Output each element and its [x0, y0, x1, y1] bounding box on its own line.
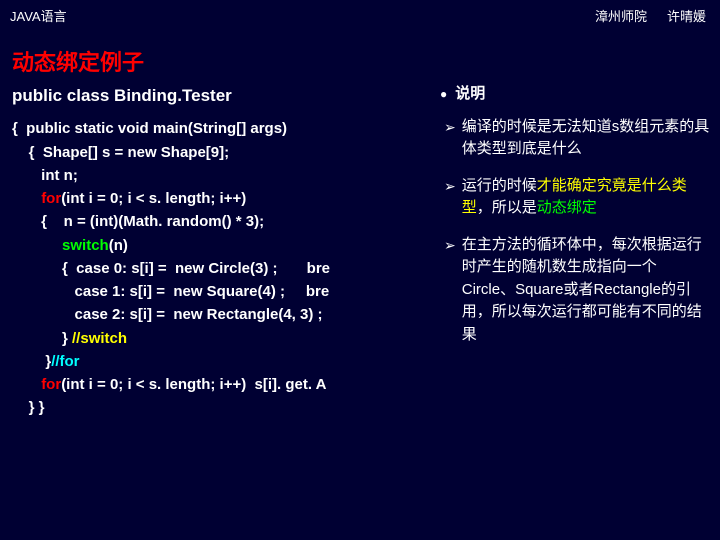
arrow-icon: ➢ — [444, 234, 456, 347]
header-credits: 漳州师院 许晴媛 — [595, 6, 706, 25]
code-line: { public static void main(String[] args) — [12, 120, 287, 137]
code-line: int n; — [12, 167, 78, 184]
code-text: } — [12, 330, 72, 347]
explanation-text: 运行的时候才能确定究竟是什么类型，所以是动态绑定 — [462, 175, 710, 220]
explanation-item: ➢ 在主方法的循环体中，每次根据运行时产生的随机数生成指向一个Circle、Sq… — [440, 234, 710, 347]
code-class-decl: public class Binding.Tester — [12, 83, 432, 109]
code-line: for(int i = 0; i < s. length; i++) s[i].… — [12, 376, 327, 393]
code-block: { public static void main(String[] args)… — [12, 117, 432, 419]
code-line: } //switch — [12, 330, 127, 347]
text-frag: ，所以是 — [477, 199, 537, 216]
kw-for: for — [41, 376, 61, 393]
slide-title: 动态绑定例子 — [0, 25, 720, 83]
kw-switch: switch — [62, 237, 109, 254]
highlight-text: 动态绑定 — [537, 199, 597, 216]
code-text: } — [12, 353, 51, 370]
code-line: case 2: s[i] = new Rectangle(4, 3) ; — [12, 306, 323, 323]
slide-header: JAVA语言 漳州师院 许晴媛 — [0, 0, 720, 25]
code-line: }//for — [12, 353, 80, 370]
code-line: { n = (int)(Math. random() * 3); — [12, 213, 264, 230]
explanation-item: ➢ 编译的时候是无法知道s数组元素的具体类型到底是什么 — [440, 116, 710, 161]
header-subject: JAVA语言 — [10, 6, 67, 25]
code-column: public class Binding.Tester { public sta… — [12, 83, 432, 420]
code-line: } } — [12, 399, 45, 416]
comment-for: //for — [51, 353, 79, 370]
header-school: 漳州师院 — [595, 6, 647, 25]
code-line: for(int i = 0; i < s. length; i++) — [12, 190, 246, 207]
code-line: case 1: s[i] = new Square(4) ; bre — [12, 283, 329, 300]
kw-for: for — [41, 190, 61, 207]
explanation-column: 说明 ➢ 编译的时候是无法知道s数组元素的具体类型到底是什么 ➢ 运行的时候才能… — [440, 83, 710, 420]
header-author: 许晴媛 — [667, 6, 706, 25]
explanation-text: 编译的时候是无法知道s数组元素的具体类型到底是什么 — [462, 116, 710, 161]
explanation-item: ➢ 运行的时候才能确定究竟是什么类型，所以是动态绑定 — [440, 175, 710, 220]
arrow-icon: ➢ — [444, 175, 456, 220]
code-line: { Shape[] s = new Shape[9]; — [12, 144, 229, 161]
explanation-heading: 说明 — [440, 83, 710, 106]
code-line: { case 0: s[i] = new Circle(3) ; bre — [12, 260, 330, 277]
code-line: switch(n) — [12, 237, 128, 254]
arrow-icon: ➢ — [444, 116, 456, 161]
explanation-text: 在主方法的循环体中，每次根据运行时产生的随机数生成指向一个Circle、Squa… — [462, 234, 710, 347]
text-frag: 运行的时候 — [462, 177, 537, 194]
slide-body: public class Binding.Tester { public sta… — [0, 83, 720, 420]
comment-switch: //switch — [72, 330, 127, 347]
